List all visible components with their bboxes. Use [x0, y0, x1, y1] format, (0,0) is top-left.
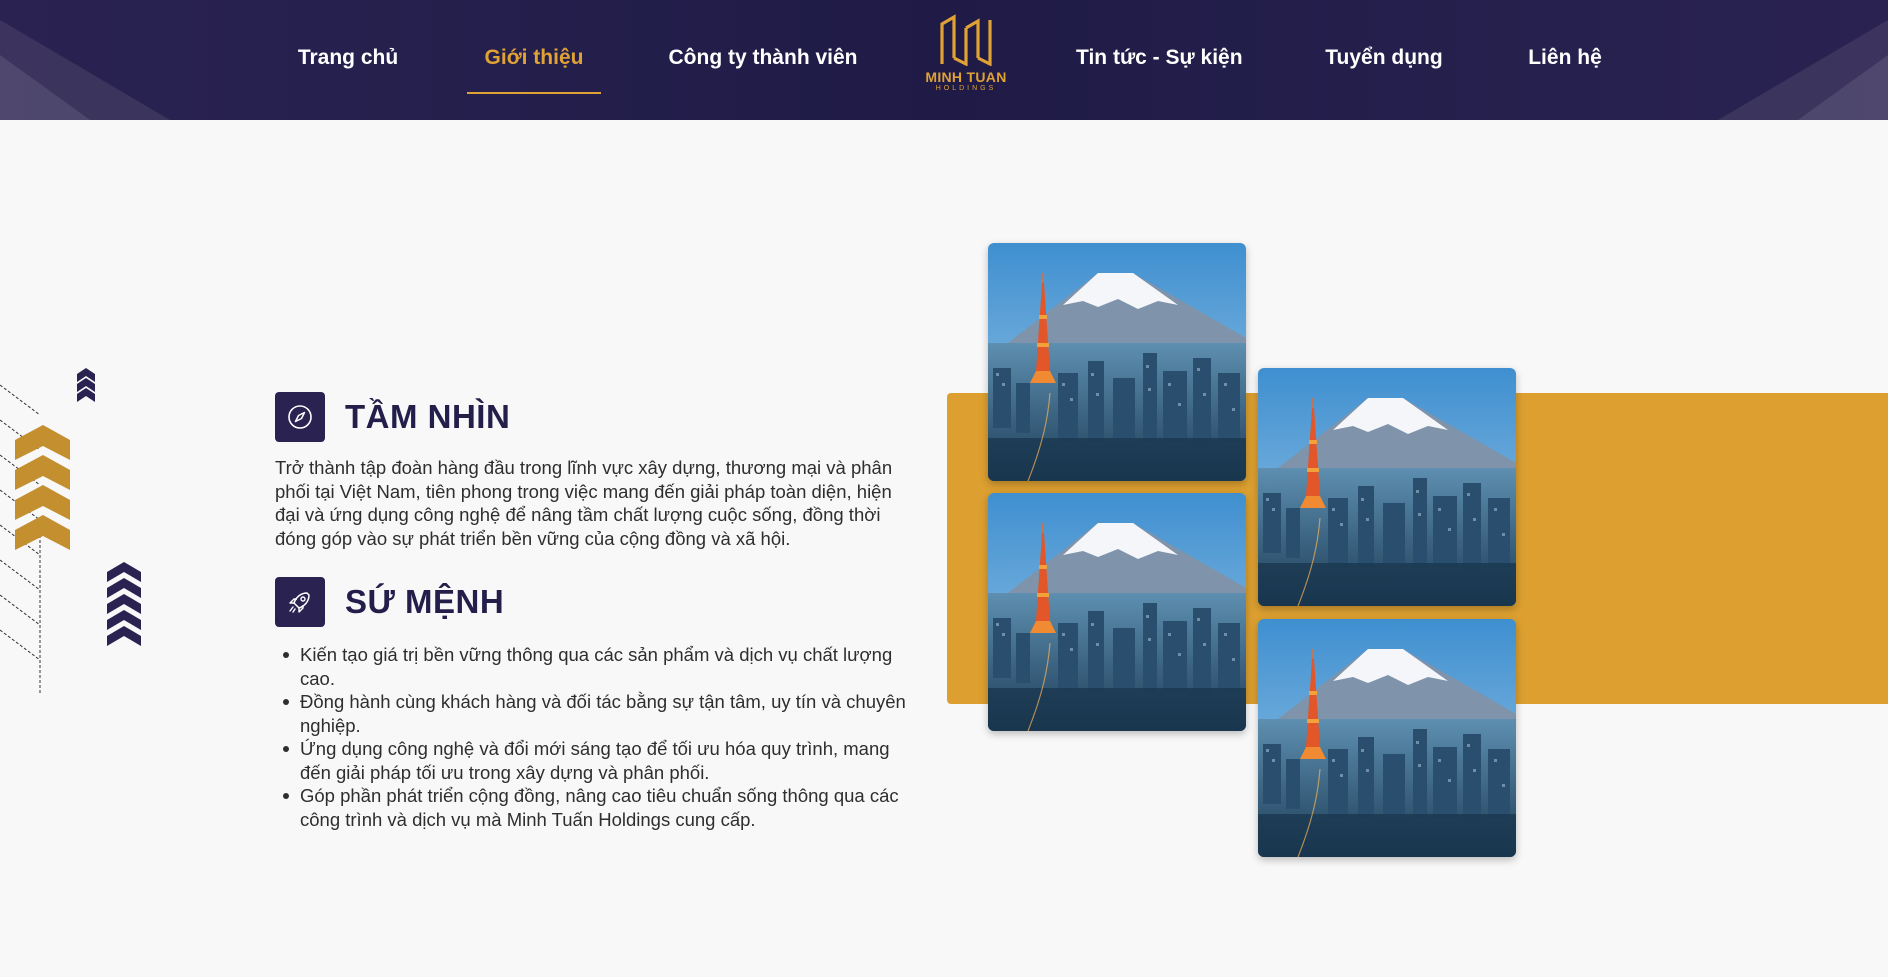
fuji-tokyo-image [988, 243, 1246, 481]
nav-member-companies[interactable]: Công ty thành viên [668, 46, 858, 76]
header-corner-decor-right [1718, 20, 1888, 120]
nav-contact[interactable]: Liên hệ [1526, 46, 1604, 76]
vision-heading: TẦM NHÌN [275, 391, 510, 443]
fuji-tokyo-image [1258, 368, 1516, 606]
photo-card-4 [1258, 619, 1516, 857]
photo-card-3 [1258, 368, 1516, 606]
mission-heading: SỨ MỆNH [275, 576, 504, 628]
vision-title: TẦM NHÌN [345, 398, 511, 435]
mission-list: Kiến tạo giá trị bền vững thông qua các … [275, 643, 925, 831]
nav-about[interactable]: Giới thiệu [472, 46, 596, 76]
nav-news-events[interactable]: Tin tức - Sự kiện [1076, 46, 1243, 76]
compass-icon [275, 392, 325, 442]
photo-card-2 [988, 493, 1246, 731]
logo-mark-icon [940, 14, 992, 66]
nav-careers[interactable]: Tuyển dụng [1325, 46, 1443, 76]
list-item: Ứng dụng công nghệ và đổi mới sáng tạo đ… [275, 737, 925, 784]
mission-title: SỨ MỆNH [345, 583, 505, 620]
nav-home[interactable]: Trang chủ [295, 46, 401, 76]
logo-subtitle: HOLDINGS [935, 85, 997, 92]
photo-card-1 [988, 243, 1246, 481]
fuji-tokyo-image [1258, 619, 1516, 857]
list-item: Kiến tạo giá trị bền vững thông qua các … [275, 643, 925, 690]
brand-logo[interactable]: MINH TUAN HOLDINGS [918, 14, 1014, 100]
nav-active-underline [467, 92, 601, 94]
rocket-icon [275, 577, 325, 627]
site-header: Trang chủ Giới thiệu Công ty thành viên … [0, 0, 1888, 120]
fuji-tokyo-image [988, 493, 1246, 731]
chevron-decor [0, 368, 141, 695]
vision-text: Trở thành tập đoàn hàng đầu trong lĩnh v… [275, 457, 893, 549]
list-item: Góp phần phát triển cộng đồng, nâng cao … [275, 784, 925, 831]
logo-name: MINH TUAN [925, 69, 1007, 85]
list-item: Đồng hành cùng khách hàng và đối tác bằn… [275, 690, 925, 737]
header-corner-decor-left [0, 20, 170, 120]
